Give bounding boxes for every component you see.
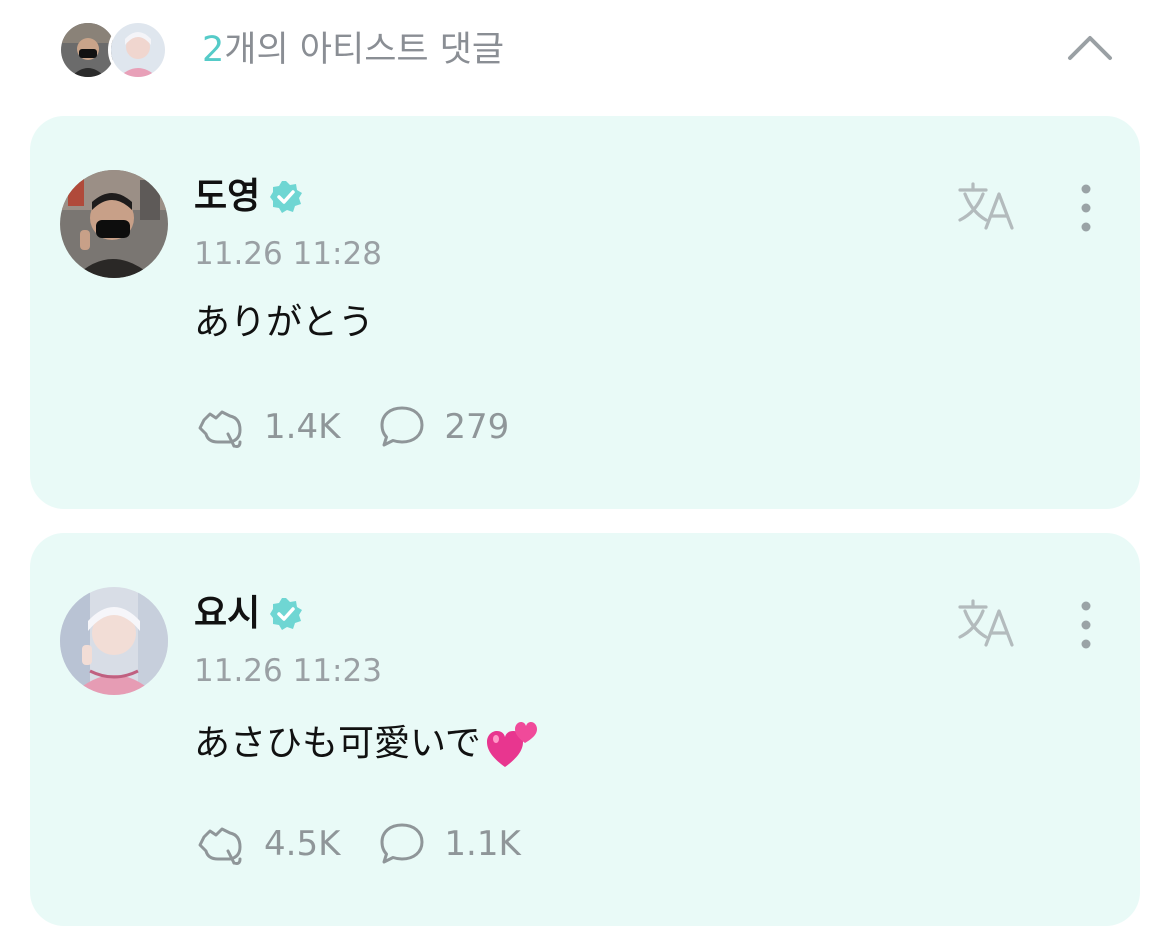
avatar[interactable] <box>60 587 168 695</box>
cheer-count: 4.5K <box>264 824 341 864</box>
more-options-button[interactable] <box>1068 599 1104 651</box>
comment-text: あさひも可愛いで <box>194 717 539 771</box>
comment-text: ありがとう <box>194 300 374 346</box>
author-name[interactable]: 요시 <box>194 591 260 637</box>
author-row: 도영 <box>194 174 304 220</box>
reply-button[interactable]: 279 <box>378 404 509 450</box>
verified-badge-icon <box>270 598 303 630</box>
artist-comments-title: 2개의 아티스트 댓글 <box>202 26 504 74</box>
translate-button[interactable] <box>956 597 1018 649</box>
speech-bubble-icon <box>380 406 424 447</box>
artist-comments-header[interactable]: 2개의 아티스트 댓글 <box>0 0 1170 100</box>
author-name[interactable]: 도영 <box>194 174 260 220</box>
comment-message: あさひも可愛いで <box>194 723 481 764</box>
reply-count: 1.1K <box>444 824 521 864</box>
comment-card: 요시 11.26 11:23 あさひも可愛いで 4.5K 1.1K <box>30 533 1140 926</box>
cheer-hand-icon <box>198 827 242 865</box>
author-row: 요시 <box>194 591 304 637</box>
comment-actions: 1.4K 279 <box>194 404 547 450</box>
translate-icon <box>958 182 1014 230</box>
translate-icon <box>958 599 1014 647</box>
comment-card: 도영 11.26 11:28 ありがとう 1.4K 279 <box>30 116 1140 509</box>
chevron-up-icon <box>1068 36 1112 60</box>
reply-count: 279 <box>444 407 510 447</box>
reply-button[interactable]: 1.1K <box>378 821 521 867</box>
comment-actions: 4.5K 1.1K <box>194 821 559 867</box>
speech-bubble-icon <box>380 823 424 864</box>
translate-button[interactable] <box>956 180 1018 232</box>
comment-timestamp: 11.26 11:23 <box>194 653 382 689</box>
collapse-button[interactable] <box>1064 28 1116 68</box>
avatar[interactable] <box>60 170 168 278</box>
cheer-hand-icon <box>198 410 242 448</box>
artist-comment-count: 2 <box>202 30 225 70</box>
artist-comments-label: 개의 아티스트 댓글 <box>224 30 505 70</box>
cheer-button[interactable]: 1.4K <box>194 404 340 450</box>
artist-avatar-stack-2 <box>108 20 168 80</box>
more-options-button[interactable] <box>1068 182 1104 234</box>
artist-comments-panel: 2개의 아티스트 댓글 도영 11.26 11:28 ありがとう 1.4K 27… <box>0 0 1170 950</box>
cheer-count: 1.4K <box>264 407 341 447</box>
more-vertical-icon <box>1081 184 1091 232</box>
comment-timestamp: 11.26 11:28 <box>194 236 382 272</box>
verified-badge-icon <box>270 181 303 213</box>
more-vertical-icon <box>1081 601 1091 649</box>
comment-message: ありがとう <box>194 302 375 343</box>
two-hearts-emoji <box>486 722 537 767</box>
cheer-button[interactable]: 4.5K <box>194 821 340 867</box>
